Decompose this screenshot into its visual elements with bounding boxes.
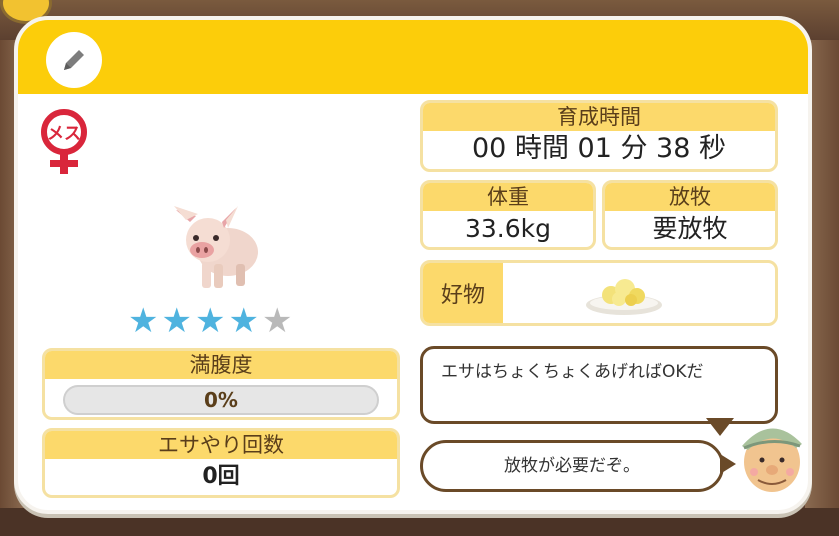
female-gender-icon: メス xyxy=(36,108,92,176)
weight-label: 体重 xyxy=(423,183,593,211)
grazing-value: 要放牧 xyxy=(652,214,728,243)
rating-stars: ★ ★ ★ ★ ★ xyxy=(128,304,292,338)
notice-text: 放牧が必要だぞ。 xyxy=(504,456,640,476)
feed-count-label: エサやり回数 xyxy=(45,431,397,459)
edit-button[interactable] xyxy=(46,32,102,88)
corn-food-icon xyxy=(583,269,665,323)
fullness-box: 満腹度 0% xyxy=(42,348,400,420)
farmer-avatar xyxy=(736,414,806,502)
tip-speech-bubble: エサはちょくちょくあげればOKだ xyxy=(420,346,778,424)
star-icon: ★ xyxy=(161,301,192,341)
weight-box: 体重 33.6kg xyxy=(420,180,596,250)
fullness-label: 満腹度 xyxy=(45,351,397,379)
pig-status-panel: メス ★ ★ ★ ★ ★ 満腹度 0% エサやり回数 0回 育成時間 00 時間… xyxy=(14,16,812,514)
fullness-value: 0% xyxy=(204,388,238,412)
growth-time-label: 育成時間 xyxy=(423,103,775,131)
edit-pencil-icon xyxy=(64,50,84,70)
weight-value: 33.6kg xyxy=(464,214,551,243)
favorite-food-box: 好物 xyxy=(420,260,778,326)
notice-bubble-tail xyxy=(720,454,736,474)
star-icon: ★ xyxy=(228,301,259,341)
notice-speech-bubble: 放牧が必要だぞ。 xyxy=(420,440,724,492)
panel-header xyxy=(18,20,808,94)
growth-time-value: 00 時間 01 分 38 秒 xyxy=(472,133,726,164)
pig-image xyxy=(166,192,270,306)
fullness-gauge: 0% xyxy=(63,385,379,415)
star-icon: ★ xyxy=(261,301,293,341)
gender-label: メス xyxy=(47,124,81,144)
star-icon: ★ xyxy=(128,301,159,341)
star-icon: ★ xyxy=(194,301,226,341)
feed-count-box: エサやり回数 0回 xyxy=(42,428,400,498)
tip-bubble-tail xyxy=(706,418,734,436)
favorite-label: 好物 xyxy=(423,263,503,323)
feed-count-value: 0回 xyxy=(202,464,240,489)
tip-text: エサはちょくちょくあげればOKだ xyxy=(441,362,704,382)
growth-time-box: 育成時間 00 時間 01 分 38 秒 xyxy=(420,100,778,172)
grazing-label: 放牧 xyxy=(605,183,775,211)
grazing-box: 放牧 要放牧 xyxy=(602,180,778,250)
